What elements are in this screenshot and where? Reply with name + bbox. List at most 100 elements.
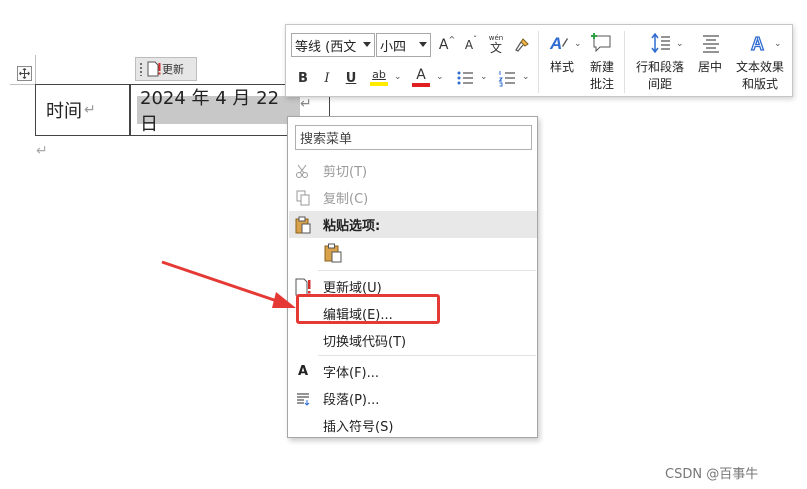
menu-item-copy[interactable]: 复制(C) (289, 184, 537, 211)
highlight-color-bar (370, 82, 388, 86)
italic-icon: I (324, 70, 330, 86)
menu-section-paste-options: 粘贴选项: (289, 211, 537, 238)
grow-font-icon: A (438, 37, 449, 53)
underline-button[interactable]: U (342, 67, 360, 89)
update-field-tag[interactable]: 更新 (135, 57, 197, 81)
font-name-value: 等线 (西文 (295, 39, 357, 55)
scissors-icon (293, 161, 313, 181)
menu-item-paragraph[interactable]: 段落(P)... (289, 385, 537, 412)
text-effects-button[interactable]: A (746, 30, 772, 56)
update-field-icon (147, 61, 161, 77)
toolbar-separator (624, 31, 625, 93)
bold-button[interactable]: B (294, 67, 312, 89)
chevron-down-icon: ⌄ (574, 39, 582, 49)
context-menu: 搜索菜单 剪切(T) 复制(C) 粘贴选项: 更新域(U) 编辑域(E)... … (287, 116, 538, 438)
line-spacing-label[interactable]: 行和段落 间距 (632, 59, 688, 93)
align-center-icon (703, 35, 719, 53)
date-field[interactable]: 2024 年 4 月 22 日 (137, 88, 300, 135)
menu-item-cut[interactable]: 剪切(T) (289, 157, 537, 184)
center-label[interactable]: 居中 (694, 59, 726, 76)
phonetic-icon: 文 (489, 40, 502, 55)
shrink-font-icon: A (464, 38, 474, 52)
document-margin-horizontal-line (10, 84, 36, 85)
styles-label[interactable]: 样式 (544, 59, 580, 76)
grip-icon (139, 62, 143, 76)
center-button[interactable] (698, 30, 724, 56)
font-color-icon: A (416, 67, 426, 83)
text-effects-icon: A (750, 33, 764, 54)
chevron-down-icon: ⌄ (522, 72, 530, 82)
svg-text:A: A (751, 34, 764, 54)
font-size-select[interactable]: 小四 (376, 33, 431, 57)
styles-icon: A (549, 34, 568, 53)
document-margin-vertical-line (35, 55, 36, 85)
format-painter-icon (515, 38, 529, 52)
grow-font-button[interactable]: A ^ (438, 35, 456, 55)
font-color-bar (412, 83, 430, 87)
toolbar-separator (538, 31, 539, 93)
cell-label-text: 时间 (46, 101, 82, 122)
menu-item-label: 粘贴选项: (323, 219, 381, 234)
numbering-icon (498, 71, 515, 87)
menu-divider (318, 270, 536, 271)
highlight-button[interactable]: ab (368, 65, 390, 89)
new-comment-button[interactable] (588, 30, 614, 56)
underline-icon: U (345, 70, 357, 86)
paste-keep-text-option[interactable] (289, 238, 537, 268)
copy-icon (293, 188, 313, 208)
annotation-highlight-box (296, 294, 440, 324)
table-move-handle[interactable] (17, 66, 32, 81)
cell-end-mark: ↵ (84, 102, 96, 118)
menu-item-label: 剪切(T) (323, 165, 368, 180)
numbering-button[interactable] (496, 67, 518, 89)
chevron-down-icon (363, 42, 371, 47)
text-effects-label[interactable]: 文本效果 和版式 (730, 59, 790, 93)
font-size-value: 小四 (380, 39, 407, 55)
new-comment-icon (591, 33, 611, 53)
bold-icon: B (298, 70, 308, 86)
update-tag-label: 更新 (162, 63, 184, 76)
font-color-button[interactable]: A (410, 65, 432, 89)
menu-item-label: 字体(F)... (323, 366, 380, 381)
date-field-text: 2024 年 4 月 22 日 (140, 88, 280, 135)
paragraph-mark: ↵ (36, 143, 48, 159)
line-spacing-icon (651, 32, 670, 54)
menu-item-label: 切换域代码(T) (323, 335, 407, 350)
watermark: CSDN @百事牛 (665, 467, 759, 482)
styles-button[interactable]: A (546, 30, 572, 56)
bullets-icon (457, 71, 473, 85)
chevron-down-icon: ⌄ (436, 72, 444, 82)
chevron-down-icon: ⌄ (774, 39, 782, 49)
chevron-down-icon: ⌄ (394, 72, 402, 82)
phonetic-guide-button[interactable]: wén 文 (486, 31, 506, 57)
menu-search-placeholder: 搜索菜单 (300, 132, 353, 147)
chevron-down-icon (419, 42, 427, 47)
bullets-button[interactable] (454, 67, 476, 89)
shrink-font-button[interactable]: Aˇ (462, 35, 480, 55)
menu-item-label: 段落(P)... (323, 393, 380, 408)
line-spacing-button[interactable] (648, 30, 674, 56)
font-name-select[interactable]: 等线 (西文 (291, 33, 375, 57)
paste-keep-text-icon (323, 243, 343, 263)
menu-item-insert-symbol[interactable]: 插入符号(S) (289, 412, 537, 439)
chevron-down-icon: ⌄ (676, 39, 684, 49)
menu-item-label: 复制(C) (323, 192, 369, 207)
menu-divider (318, 355, 536, 356)
date-cell-end-mark: ↵ (300, 96, 312, 112)
new-comment-label[interactable]: 新建 批注 (584, 59, 620, 93)
table-cell-label[interactable]: 时间 ↵ (35, 84, 130, 136)
menu-search-input[interactable]: 搜索菜单 (295, 125, 532, 150)
italic-button[interactable]: I (318, 67, 336, 89)
move-arrows-icon (19, 68, 30, 79)
highlight-icon: ab (372, 68, 386, 81)
chevron-down-icon: ⌄ (480, 72, 488, 82)
menu-item-label: 插入符号(S) (323, 420, 394, 435)
paste-icon (293, 215, 313, 235)
svg-text:A: A (549, 34, 562, 53)
menu-item-font[interactable]: A 字体(F)... (289, 358, 537, 385)
font-icon: A (297, 364, 309, 379)
mini-toolbar: 等线 (西文 小四 A ^ Aˇ wén 文 A ⌄ ⌄ A ⌄ B I U a… (285, 24, 793, 97)
paragraph-icon (293, 389, 313, 409)
format-painter-button[interactable] (512, 35, 532, 55)
menu-item-toggle-field-codes[interactable]: 切换域代码(T) (289, 327, 537, 354)
